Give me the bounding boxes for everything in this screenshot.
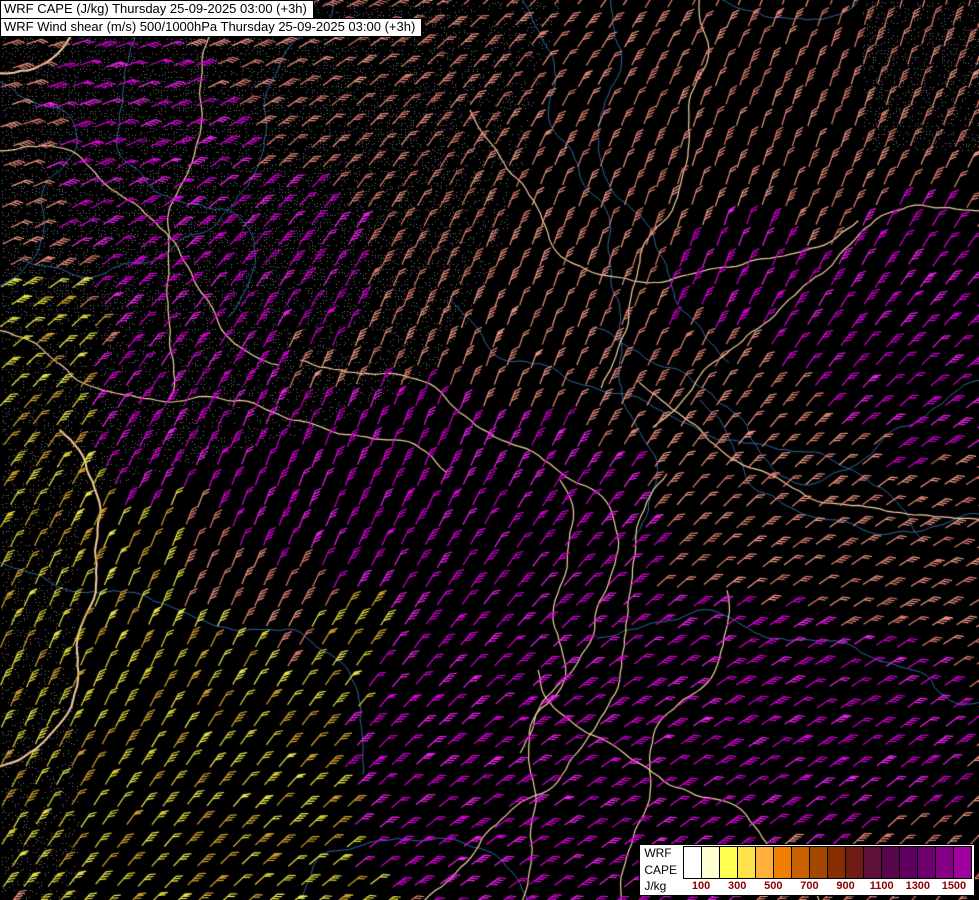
header-title-cape: WRF CAPE (J/kg) Thursday 25-09-2025 03:0… [0, 0, 314, 19]
legend-tick-label: 1300 [905, 880, 931, 892]
legend-tick-label: 1500 [941, 880, 967, 892]
legend-tick-label: 700 [800, 880, 819, 892]
legend-tick-label: 100 [691, 880, 711, 892]
header-title-wind-shear: WRF Wind shear (m/s) 500/1000hPa Thursda… [0, 18, 423, 37]
legend-color-swatch [863, 846, 882, 879]
legend-parameter-label: CAPE [644, 862, 677, 877]
legend-tick-label: 900 [836, 880, 855, 892]
legend-tick-labels: 100 300 500 700 900 1100 1300 1500 [683, 879, 972, 894]
legend-color-swatch [827, 846, 846, 879]
legend-labels: WRF CAPE J/kg [641, 846, 683, 894]
legend-tick-label: 1100 [869, 880, 894, 892]
legend-color-swatch [683, 846, 702, 879]
legend-color-swatch [737, 846, 756, 879]
legend-color-swatch [773, 846, 792, 879]
legend-color-swatch [899, 846, 918, 879]
legend-tick-label: 500 [764, 880, 783, 892]
legend-color-swatch [719, 846, 738, 879]
legend-scale: 100 300 500 700 900 1100 1300 1500 [683, 846, 972, 894]
legend-color-swatch [701, 846, 720, 879]
legend-color-swatch [755, 846, 774, 879]
legend-color-swatch [917, 846, 936, 879]
legend-color-swatch [935, 846, 954, 879]
map-header: WRF CAPE (J/kg) Thursday 25-09-2025 03:0… [0, 0, 423, 37]
legend-model-label: WRF [644, 846, 672, 860]
cape-legend: WRF CAPE J/kg 100 300 500 700 900 1100 1… [639, 844, 975, 896]
legend-units-label: J/kg [644, 879, 667, 894]
weather-map-canvas [0, 0, 979, 900]
legend-tick-label: 300 [728, 880, 747, 892]
legend-color-swatch [809, 846, 828, 879]
legend-colorbar [683, 846, 972, 879]
wrf-cape-wind-shear-map-page: { "header": { "line1": "WRF CAPE (J/kg) … [0, 0, 979, 900]
legend-color-swatch [845, 846, 864, 879]
legend-color-swatch [881, 846, 900, 879]
legend-color-swatch [791, 846, 810, 879]
legend-color-swatch [953, 846, 972, 879]
